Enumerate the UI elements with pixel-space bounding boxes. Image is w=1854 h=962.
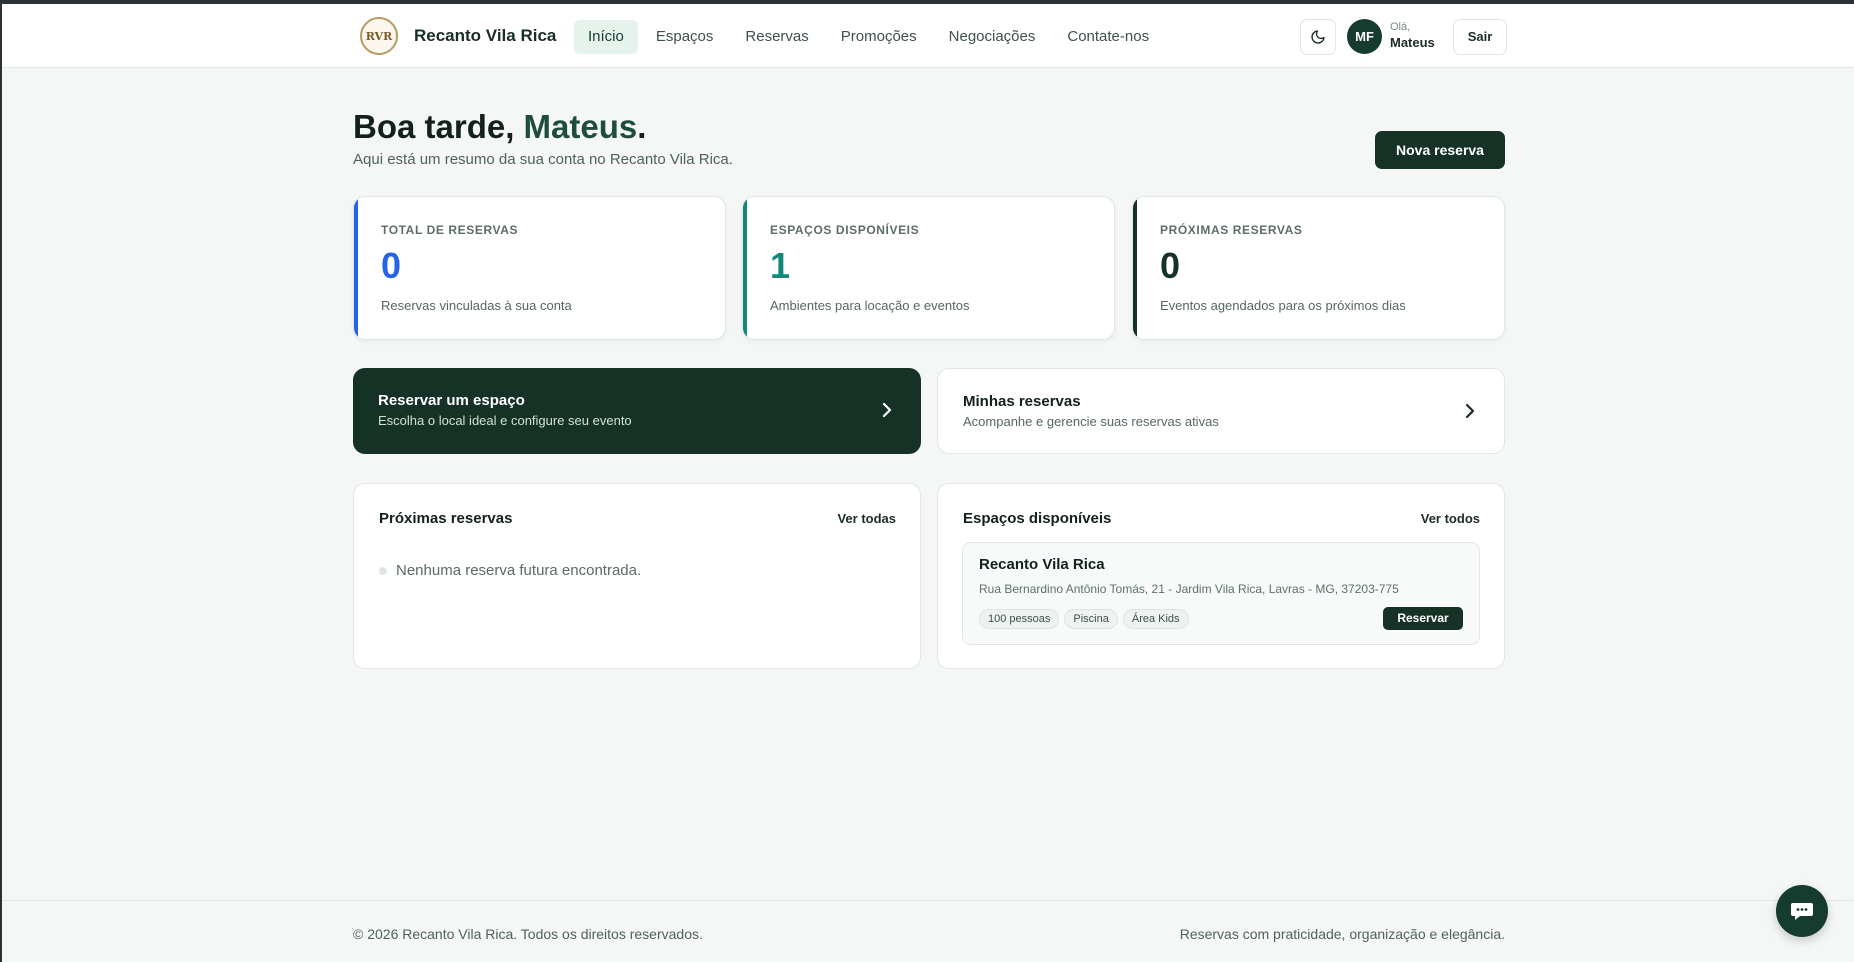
panel-title: Próximas reservas xyxy=(379,510,513,527)
stat-value: 0 xyxy=(1160,245,1181,286)
moon-icon xyxy=(1311,30,1325,44)
stat-accent-bar xyxy=(1133,197,1137,339)
stat-accent-bar xyxy=(354,197,358,339)
chevron-right-icon xyxy=(1465,403,1475,419)
empty-message: Nenhuma reserva futura encontrada. xyxy=(396,562,642,579)
brand-logo: RVR xyxy=(360,17,398,55)
reserve-button[interactable]: Reservar xyxy=(1383,607,1463,630)
main-nav: Início Espaços Reservas Promoções Negoci… xyxy=(574,20,1167,54)
stat-desc: Ambientes para locação e eventos xyxy=(770,298,970,313)
action-title: Minhas reservas xyxy=(963,393,1081,410)
stat-card-espacos-disponiveis: ESPAÇOS DISPONÍVEIS 1 Ambientes para loc… xyxy=(742,196,1115,340)
window-left-edge xyxy=(0,0,2,962)
tag-capacity: 100 pessoas xyxy=(979,609,1060,629)
brand-name: Recanto Vila Rica xyxy=(414,26,557,45)
upcoming-reservations-panel: Próximas reservas Ver todas Nenhuma rese… xyxy=(353,483,921,669)
empty-state: Nenhuma reserva futura encontrada. xyxy=(379,562,641,579)
stat-label: TOTAL DE RESERVAS xyxy=(381,223,519,237)
greeting-label: Olá, xyxy=(1390,21,1411,33)
available-spaces-panel: Espaços disponíveis Ver todos Recanto Vi… xyxy=(937,483,1505,669)
my-reservations-card[interactable]: Minhas reservas Acompanhe e gerencie sua… xyxy=(937,368,1505,454)
stat-value: 0 xyxy=(381,245,402,286)
stat-desc: Reservas vinculadas à sua conta xyxy=(381,298,572,313)
nav-item-reservas[interactable]: Reservas xyxy=(731,20,822,54)
page-title: Boa tarde, Mateus. xyxy=(353,108,646,146)
footer: © 2026 Recanto Vila Rica. Todos os direi… xyxy=(2,900,1854,962)
nav-item-promocoes[interactable]: Promoções xyxy=(827,20,931,54)
greeting-suffix: . xyxy=(637,108,647,145)
stat-card-proximas-reservas: PRÓXIMAS RESERVAS 0 Eventos agendados pa… xyxy=(1132,196,1505,340)
tag-kids-area: Área Kids xyxy=(1122,609,1189,629)
space-address: Rua Bernardino Antônio Tomás, 21 - Jardi… xyxy=(979,582,1399,596)
chat-button[interactable] xyxy=(1776,885,1828,937)
footer-copyright: © 2026 Recanto Vila Rica. Todos os direi… xyxy=(353,926,703,942)
nav-item-negociacoes[interactable]: Negociações xyxy=(935,20,1050,54)
logout-button[interactable]: Sair xyxy=(1453,19,1507,55)
new-reservation-button[interactable]: Nova reserva xyxy=(1375,131,1505,169)
chevron-right-icon xyxy=(882,402,892,418)
stat-label: ESPAÇOS DISPONÍVEIS xyxy=(770,223,920,237)
space-card: Recanto Vila Rica Rua Bernardino Antônio… xyxy=(962,542,1480,645)
action-subtitle: Escolha o local ideal e configure seu ev… xyxy=(378,413,632,428)
theme-toggle-button[interactable] xyxy=(1300,19,1336,55)
chat-icon xyxy=(1791,903,1813,920)
avatar[interactable]: MF xyxy=(1347,19,1382,54)
stat-card-total-reservas: TOTAL DE RESERVAS 0 Reservas vinculadas … xyxy=(353,196,726,340)
space-tags: 100 pessoas Piscina Área Kids xyxy=(979,609,1189,629)
bullet-dot xyxy=(379,566,387,575)
panel-title: Espaços disponíveis xyxy=(963,510,1112,527)
greeting-prefix: Boa tarde, xyxy=(353,108,524,145)
nav-item-inicio[interactable]: Início xyxy=(574,20,638,54)
user-name: Mateus xyxy=(1390,35,1435,50)
greeting-name: Mateus xyxy=(523,108,638,145)
stat-label: PRÓXIMAS RESERVAS xyxy=(1160,223,1303,237)
nav-item-contate-nos[interactable]: Contate-nos xyxy=(1053,20,1163,54)
brand[interactable]: RVR Recanto Vila Rica xyxy=(360,17,556,55)
action-subtitle: Acompanhe e gerencie suas reservas ativa… xyxy=(963,414,1219,429)
top-navbar: RVR Recanto Vila Rica Início Espaços Res… xyxy=(2,4,1854,68)
see-all-spaces-link[interactable]: Ver todos xyxy=(1421,511,1480,526)
nav-item-espacos[interactable]: Espaços xyxy=(642,20,728,54)
see-all-reservations-link[interactable]: Ver todas xyxy=(837,511,896,526)
space-name: Recanto Vila Rica xyxy=(979,556,1105,573)
stat-desc: Eventos agendados para os próximos dias xyxy=(1160,298,1406,313)
tag-pool: Piscina xyxy=(1064,609,1118,629)
page-subtitle: Aqui está um resumo da sua conta no Reca… xyxy=(353,151,733,168)
reserve-space-card[interactable]: Reservar um espaço Escolha o local ideal… xyxy=(353,368,921,454)
footer-tagline: Reservas com praticidade, organização e … xyxy=(1179,926,1505,942)
stat-value: 1 xyxy=(770,245,791,286)
stat-accent-bar xyxy=(743,197,747,339)
action-title: Reservar um espaço xyxy=(378,392,525,409)
